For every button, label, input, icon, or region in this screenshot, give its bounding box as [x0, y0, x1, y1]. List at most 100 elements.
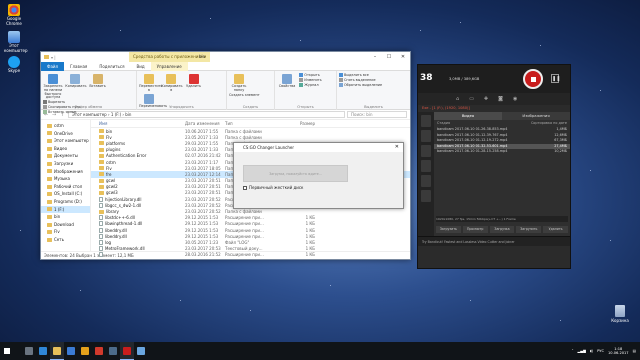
network-icon[interactable]: ▂▄▆ — [578, 349, 586, 353]
nav-item[interactable]: Музыка — [41, 175, 90, 183]
column-type[interactable]: Тип — [225, 121, 285, 126]
taskbar-task-view-button[interactable] — [22, 342, 36, 360]
paste-shortcut-button[interactable]: Вставить ярлык — [43, 110, 80, 115]
paste-shortcut-label: Вставить ярлык — [48, 110, 77, 115]
nav-item[interactable]: OneDrive — [41, 130, 90, 138]
preview-button[interactable]: Просмотр — [462, 226, 488, 233]
taskbar-bandicam-button[interactable] — [120, 342, 134, 360]
upload2-button[interactable]: Загрузить — [516, 226, 542, 233]
recording-row[interactable]: bandicam 2017-06-10 01-28-15-258.mp4 10,2… — [434, 149, 570, 155]
dialog-close-button[interactable]: ✕ — [395, 143, 399, 152]
new-item-button[interactable]: Создать элемент — [229, 93, 260, 98]
home-icon[interactable]: ⌂ — [456, 96, 459, 102]
select-none-label: Снять выделение — [344, 78, 376, 82]
tab-file[interactable]: Файл — [41, 61, 65, 71]
nav-item[interactable]: 1 (F:) — [41, 205, 90, 214]
notification-icon[interactable]: ▤ — [633, 349, 636, 353]
taskbar-edge-button[interactable] — [36, 342, 50, 360]
taskbar-chrome-button[interactable] — [78, 342, 92, 360]
clock[interactable]: 1:18 10.06.2017 — [608, 347, 629, 356]
column-date[interactable]: Дата изменения — [185, 121, 225, 126]
taskbar-steam-button[interactable] — [106, 342, 120, 360]
copy-to-button[interactable]: Копировать в — [161, 73, 182, 93]
nav-item[interactable]: Загрузки — [41, 160, 90, 168]
desktop-icon-skype[interactable]: Skype — [4, 56, 24, 74]
bandicut-promo[interactable]: Try Bandicut! Fastest and Lossless Video… — [418, 236, 570, 246]
column-name[interactable]: Имя — [99, 121, 185, 126]
delete-recording-button[interactable]: Удалить — [543, 226, 568, 233]
tab-share[interactable]: Поделиться — [93, 62, 130, 71]
file-row[interactable]: 28.03.2016 21:52 Расширение при... 1 КБ — [91, 252, 410, 258]
properties-button[interactable]: Свойства — [277, 73, 297, 89]
sidebar-button-video[interactable] — [421, 160, 431, 172]
sidebar-button-home[interactable] — [421, 115, 431, 127]
pin-button[interactable]: Закрепить на панели быстрого доступа — [43, 73, 63, 100]
primary-disk-checkbox[interactable]: Первичный жесткий диск — [243, 185, 303, 190]
search-input[interactable]: Поиск: bin — [347, 111, 407, 118]
monitor-icon[interactable]: ▭ — [469, 96, 474, 102]
camera-icon[interactable]: ◉ — [513, 96, 517, 102]
maximize-button[interactable]: ☐ — [382, 52, 396, 62]
tab-view[interactable]: Вид — [130, 62, 150, 71]
paste-button[interactable]: Вставить — [88, 73, 108, 89]
taskbar-yandex-button[interactable] — [92, 342, 106, 360]
nav-item[interactable]: Видео — [41, 145, 90, 153]
nav-item[interactable]: Flv — [41, 228, 90, 236]
download-button[interactable]: Загрузка — [489, 226, 515, 233]
nav-item[interactable]: cstm — [41, 122, 90, 130]
sidebar-button-fps[interactable] — [421, 145, 431, 157]
explorer-titlebar[interactable]: ▾ | Средства работы с приложениями bin –… — [41, 52, 410, 62]
gamepad-icon[interactable]: ✚ — [484, 96, 488, 102]
history-button[interactable]: Журнал — [299, 83, 321, 88]
volume-icon[interactable]: ◖) — [590, 349, 593, 353]
close-button[interactable]: ✕ — [396, 52, 410, 62]
dialog-titlebar[interactable]: CS:GO Changer Launcher ✕ — [234, 143, 403, 152]
ribbon-tabs: Файл Главная Поделиться Вид Управление — [41, 61, 410, 71]
taskbar-app-button[interactable] — [134, 342, 148, 360]
taskbar-store-button[interactable] — [64, 342, 78, 360]
start-button[interactable] — [0, 342, 14, 360]
tab-home[interactable]: Главная — [64, 62, 93, 71]
quick-access-toolbar[interactable]: ▾ | — [51, 55, 56, 60]
desktop-icon-this-pc[interactable]: Этот компьютер — [4, 31, 28, 53]
screenshot-icon[interactable]: ◙ — [498, 96, 503, 102]
file-name: libgcc_s_dw2-1.dll — [105, 202, 142, 208]
taskbar-explorer-button[interactable] — [50, 342, 64, 360]
nav-item[interactable]: Этот компьютер — [41, 137, 90, 145]
windows-logo-icon — [3, 347, 11, 355]
desktop-icon-label: Корзина — [611, 318, 629, 323]
pause-button[interactable]: ❚❚ — [551, 74, 560, 83]
sidebar-button-image[interactable] — [421, 175, 431, 187]
sidebar-button-about[interactable] — [421, 190, 431, 202]
delete-button[interactable]: Удалить — [184, 73, 204, 89]
minimize-button[interactable]: – — [368, 52, 382, 62]
nav-item[interactable]: OS_Install (C:) — [41, 190, 90, 198]
column-size[interactable]: Размер — [285, 121, 315, 126]
nav-item[interactable]: Download — [41, 221, 90, 229]
record-button[interactable] — [523, 69, 543, 89]
address-bar[interactable]: Этот компьютер › 1 (F:) › bin — [68, 111, 345, 118]
nav-item[interactable]: Сеть — [41, 236, 90, 244]
nav-item[interactable]: Изображения — [41, 168, 90, 176]
file-date: 29.03.2017 1:55 — [185, 140, 219, 146]
checkbox-box[interactable] — [243, 185, 247, 190]
nav-item[interactable]: Рабочий стол — [41, 183, 90, 191]
nav-item[interactable]: bin — [41, 213, 90, 221]
language-indicator[interactable]: РУС — [597, 349, 604, 353]
copy-button[interactable]: Копировать — [65, 73, 86, 89]
tab-video[interactable]: Видео — [434, 112, 502, 120]
tab-images[interactable]: Изображения — [502, 112, 570, 120]
desktop-icon-recycle-bin[interactable]: Корзина — [609, 305, 631, 323]
nav-item[interactable]: Programs (D:) — [41, 198, 90, 206]
tray-chevron-icon[interactable]: ˄ — [572, 349, 574, 353]
desktop-icon-chrome[interactable]: Google Chrome — [4, 4, 24, 26]
move-to-button[interactable]: Переместить в — [139, 73, 163, 93]
invert-selection-button[interactable]: Обратить выделение — [339, 83, 408, 88]
upload-button[interactable]: Загрузить — [436, 226, 461, 233]
new-folder-button[interactable]: Создать папку — [229, 73, 249, 93]
sort-dropdown[interactable]: Сортировка по дате — [531, 120, 567, 127]
sidebar-button-general[interactable] — [421, 130, 431, 142]
tab-manage[interactable]: Управление — [150, 61, 188, 71]
file-size: 1 КБ — [305, 227, 315, 233]
nav-item[interactable]: Документы — [41, 152, 90, 160]
